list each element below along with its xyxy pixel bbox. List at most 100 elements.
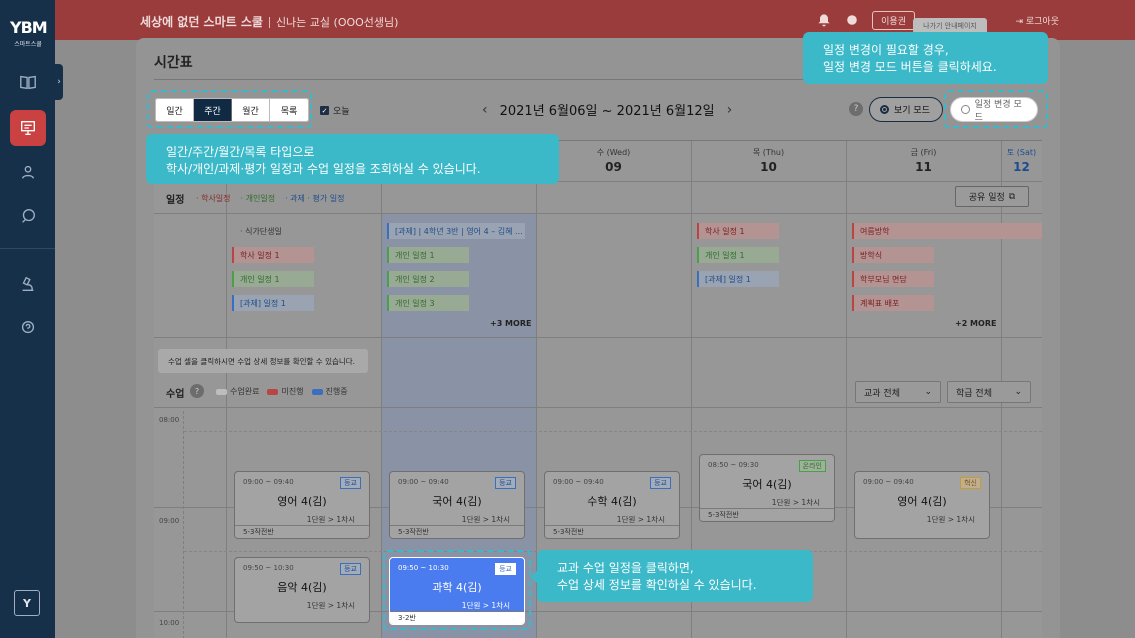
site-title: 세상에 없던 스마트 스쿨 [140,15,263,29]
schedule-event[interactable]: 여름방학 [852,223,1042,239]
schedule-event[interactable]: 학사 일정 1 [697,223,779,239]
sidebar-item-question[interactable] [10,198,46,234]
shared-schedule-button[interactable]: 공유 일정 ⧉ [955,186,1029,207]
today-checkbox[interactable]: ✓ 오늘 [320,104,350,117]
logo-mark: YBM [10,18,48,37]
schedule-event[interactable]: [과제] 일정 1 [697,271,779,287]
legend-personal: · 개인일정 [240,194,276,203]
chevron-right-icon: › [57,77,61,87]
tooltip-line: 수업 상세 정보를 확인하실 수 있습니다. [557,578,757,592]
sidebar-item-help[interactable] [10,310,46,346]
schedule-event[interactable]: 학부모님 면담 [852,271,934,287]
more-events-link[interactable]: +3 MORE [490,319,531,328]
class-card[interactable]: 09:50 ~ 10:30 등교 음악 4(김) 1단원 > 1차시 [234,557,370,623]
day-header-thu[interactable]: 목 (Thu) 10 [691,141,846,181]
sidebar-footer-logo[interactable]: Y [14,590,40,616]
schedule-event[interactable]: 개인 일정 3 [387,295,469,311]
class-name: 수학 4(김) [587,495,637,508]
day-header-wed[interactable]: 수 (Wed) 09 [536,141,691,181]
schedule-event[interactable]: · 식가단생일 [232,223,332,239]
schedule-bottom-divider [154,337,1042,338]
schedule-event[interactable]: 개인 일정 2 [387,271,469,287]
class-name: 음악 4(김) [277,581,327,594]
pass-button[interactable]: 이용권 [872,11,915,30]
board-icon [21,121,35,135]
sidebar-item-people[interactable] [10,154,46,190]
next-week-button[interactable]: › [727,102,733,118]
class-time: 09:50 ~ 10:30 [243,564,294,572]
day-number: 11 [915,160,932,174]
class-help-icon[interactable]: ? [190,384,204,398]
tooltip-line: 학사/개인/과제·평가 일정과 수업 일정을 조회하실 수 있습니다. [166,162,481,176]
sidebar-item-books[interactable] [10,64,46,100]
class-name: 국어 4(김) [432,495,482,508]
day-header-sat[interactable]: 토 (Sat) 12 [1001,141,1042,181]
share-label: 공유 일정 [968,193,1005,203]
microscope-icon [22,276,34,291]
timetable-panel: 시간표 일간 주간 월간 목록 ✓ 오늘 ‹ 2021년 6월06일 ~ 202… [136,38,1060,638]
class-badge: 등교 [650,477,671,489]
day-number: 10 [760,160,777,174]
title-separator [268,17,270,28]
schedule-event[interactable]: 개인 일정 1 [697,247,779,263]
class-time: 08:50 ~ 09:30 [708,461,759,469]
tooltip-line: 일정 변경 모드 버튼을 클릭하세요. [823,60,997,74]
schedule-event[interactable]: 학사 일정 1 [232,247,314,263]
class-unit: 1단원 > 1차시 [616,515,665,524]
class-unit: 1단원 > 1차시 [306,515,355,524]
logout-icon: ⇥ [1015,17,1026,27]
mode-guide-tooltip: 일정 변경이 필요할 경우, 일정 변경 모드 버튼을 클릭하세요. [803,32,1048,84]
schedule-event[interactable]: 개인 일정 1 [232,271,314,287]
schedule-event[interactable]: 개인 일정 1 [387,247,469,263]
grade-filter-select[interactable]: 학급 전체 ⌄ [947,381,1031,403]
schedule-event[interactable]: [과제] | 4학년 3반 | 영어 4 – 김혜 ... [387,223,525,239]
view-mode-button[interactable]: 보기 모드 [869,97,943,122]
prev-week-button[interactable]: ‹ [482,102,488,118]
class-cell-tooltip: 수업 셀을 클릭하시면 수업 상세 정보를 확인할 수 있습니다. [158,349,368,373]
schedule-event[interactable]: 계획표 배포 [852,295,934,311]
mode-help-icon[interactable]: ? [849,102,863,116]
sidebar-item-lab[interactable] [10,266,46,302]
class-card[interactable]: 09:00 ~ 09:40 등교 국어 4(김) 1단원 > 1차시 5-3작전… [389,471,525,539]
edit-mode-highlight [944,90,1048,128]
legend-assignment: · 과제 · 평가 일정 [285,194,345,203]
share-icon: ⧉ [1008,191,1016,202]
day-header-fri[interactable]: 금 (Fri) 11 [846,141,1001,181]
class-time: 09:00 ~ 09:40 [398,478,449,486]
schedule-legend: · 학사일정 · 개인일정 · 과제 · 평가 일정 [196,193,344,204]
class-time: 09:00 ~ 09:40 [863,478,914,486]
class-name: 영어 4(김) [277,495,327,508]
message-icon[interactable] [844,12,862,30]
sidebar-collapse-toggle[interactable]: › [55,64,63,100]
class-group: 5-3작전반 [700,508,834,521]
card-guide-tooltip: 교과 수업 일정을 클릭하면, 수업 상세 정보를 확인하실 수 있습니다. [530,550,813,602]
app-logo[interactable]: YBM 스마트스쿨 [10,18,48,48]
sidebar-item-timetable[interactable] [10,110,46,146]
weekday-label: 금 (Fri) [910,148,937,157]
class-group: 5-3작전반 [235,525,369,538]
day-number: 09 [605,160,622,174]
class-card[interactable]: 09:00 ~ 09:40 등교 영어 4(김) 1단원 > 1차시 5-3작전… [234,471,370,539]
bell-icon[interactable] [816,12,834,30]
subject-filter-select[interactable]: 교과 전체 ⌄ [855,381,941,403]
tooltip-line: 교과 수업 일정을 클릭하면, [557,561,694,575]
weekday-label: 목 (Thu) [752,148,785,157]
book-icon [20,75,36,90]
schedule-event[interactable]: [과제] 일정 1 [232,295,314,311]
class-card[interactable]: 09:00 ~ 09:40 혁신 영어 4(김) 1단원 > 1차시 [854,471,990,539]
logout-button[interactable]: ⇥ 로그아웃 [1015,14,1059,27]
grade-filter-value: 학급 전체 [956,388,992,399]
help-bubble-icon [21,321,35,334]
class-card[interactable]: 08:50 ~ 09:30 온라인 국어 4(김) 1단원 > 1차시 5-3작… [699,454,835,522]
column-divider [381,141,382,638]
class-card[interactable]: 09:00 ~ 09:40 등교 수학 4(김) 1단원 > 1차시 5-3작전… [544,471,680,539]
more-events-link[interactable]: +2 MORE [955,319,996,328]
schedule-event[interactable]: 방학식 [852,247,934,263]
class-unit: 1단원 > 1차시 [771,498,820,507]
class-badge: 온라인 [798,460,826,472]
class-time: 09:00 ~ 09:40 [243,478,294,486]
legend-not-started: 미진행 [267,386,304,397]
tabs-guide-tooltip: 일간/주간/월간/목록 타입으로 학사/개인/과제·평가 일정과 수업 일정을 … [146,134,559,184]
today-label: 오늘 [333,107,350,117]
logo-subtitle: 스마트스쿨 [14,41,42,48]
